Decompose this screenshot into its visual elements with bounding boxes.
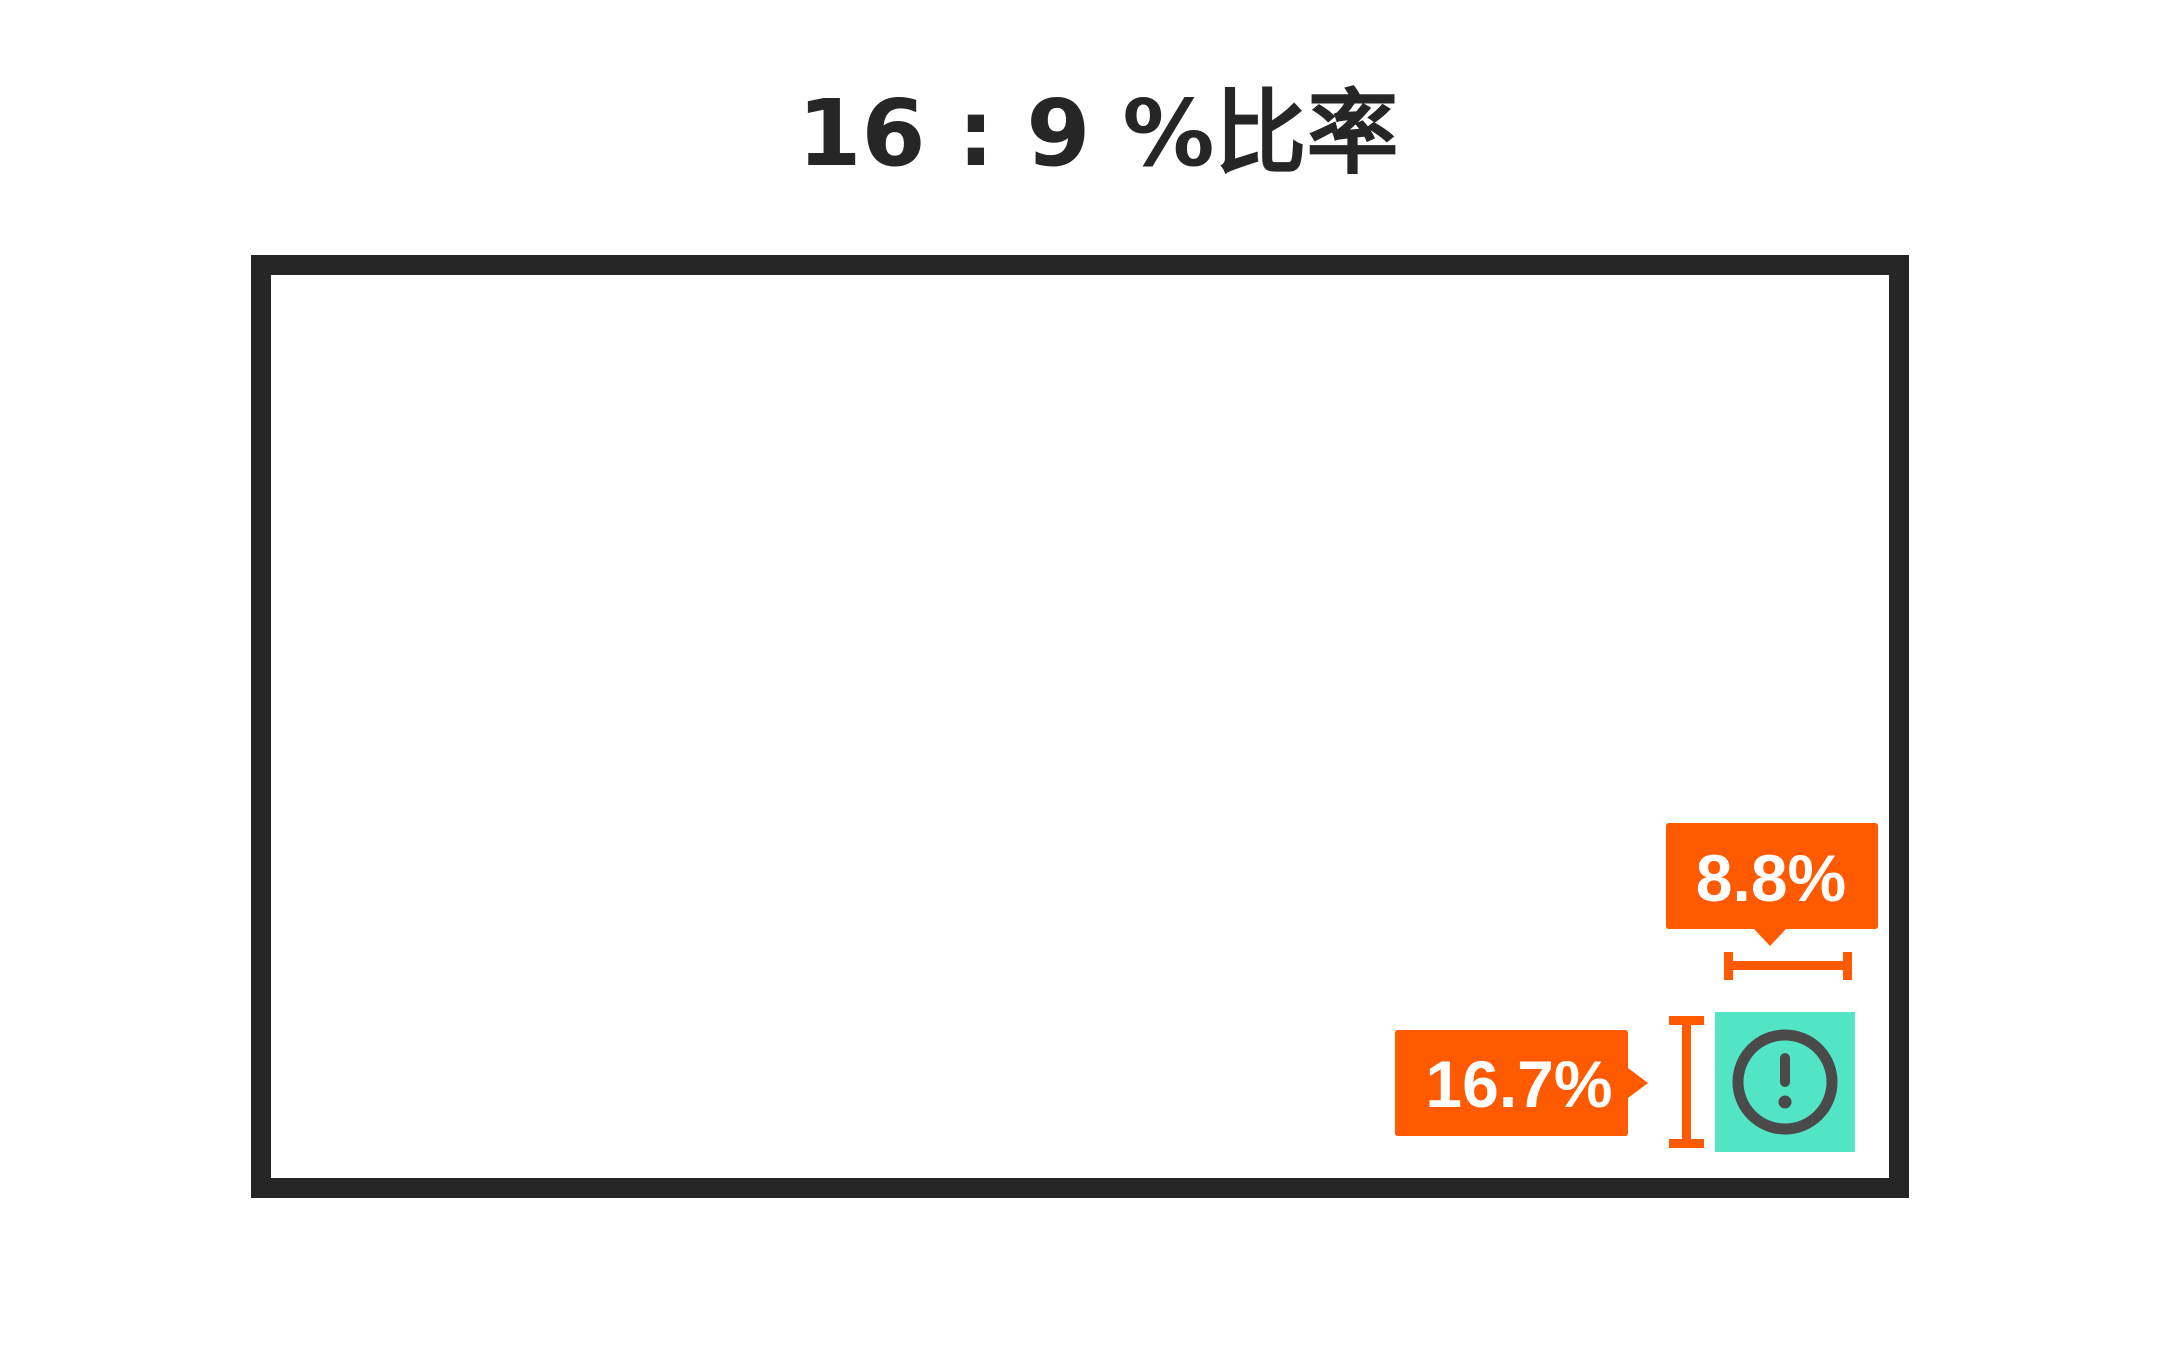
height-callout-label: 16.7% xyxy=(1425,1047,1612,1121)
height-dimension-marker xyxy=(1669,1016,1704,1148)
width-callout: 8.8% xyxy=(1666,823,1878,946)
corner-element xyxy=(1715,1012,1855,1152)
height-callout: 16.7% xyxy=(1395,1030,1648,1136)
screen-frame xyxy=(251,255,1909,1198)
ratio-diagram: 16 : 9 %比率 8.8% 16.7% xyxy=(251,80,1909,1198)
width-callout-label: 8.8% xyxy=(1696,841,1846,915)
diagram-title: 16 : 9 %比率 xyxy=(797,80,1398,187)
width-dimension-marker xyxy=(1724,952,1852,980)
